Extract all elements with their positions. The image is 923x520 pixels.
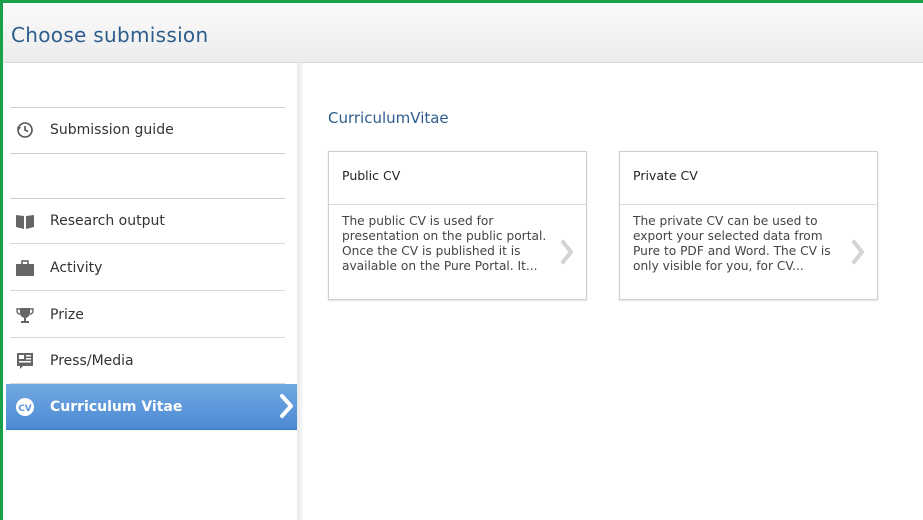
header-bar: Choose submission <box>3 3 923 63</box>
sidebar-item-label: Prize <box>50 306 84 323</box>
sidebar-item-activity[interactable]: Activity <box>10 245 285 291</box>
sidebar-item-label: Curriculum Vitae <box>50 398 183 415</box>
sidebar: Submission guide Research output Activit… <box>3 63 301 520</box>
sidebar-item-press-media[interactable]: Press/Media <box>10 338 285 384</box>
sidebar-item-label: Research output <box>50 212 165 229</box>
card-title: Public CV <box>329 152 586 205</box>
sidebar-item-label: Press/Media <box>50 352 134 369</box>
public-cv-card[interactable]: Public CV The public CV is used for pres… <box>328 151 587 300</box>
chevron-right-icon <box>851 239 865 269</box>
sidebar-item-label: Submission guide <box>50 122 174 138</box>
section-title: CurriculumVitae <box>328 109 449 127</box>
sidebar-item-label: Activity <box>50 259 103 276</box>
sidebar-item-prize[interactable]: Prize <box>10 292 285 338</box>
svg-text:CV: CV <box>18 404 32 414</box>
trophy-icon <box>14 304 36 326</box>
chevron-right-icon <box>279 393 295 423</box>
newspaper-icon <box>14 350 36 372</box>
card-title: Private CV <box>620 152 877 205</box>
chevron-right-icon <box>560 239 574 269</box>
card-description: The private CV can be used to export you… <box>633 214 831 273</box>
history-icon <box>14 119 36 141</box>
private-cv-card[interactable]: Private CV The private CV can be used to… <box>619 151 878 300</box>
sidebar-item-research-output[interactable]: Research output <box>10 198 285 244</box>
sidebar-divider <box>10 153 285 154</box>
page-title: Choose submission <box>11 23 209 47</box>
sidebar-item-submission-guide[interactable]: Submission guide <box>10 107 285 153</box>
card-description: The public CV is used for presentation o… <box>342 214 547 273</box>
cv-icon: CV <box>14 396 36 418</box>
briefcase-icon <box>14 257 36 279</box>
main-content: CurriculumVitae Public CV The public CV … <box>303 63 923 520</box>
book-icon <box>14 210 36 232</box>
sidebar-item-curriculum-vitae[interactable]: CV Curriculum Vitae <box>6 384 301 430</box>
